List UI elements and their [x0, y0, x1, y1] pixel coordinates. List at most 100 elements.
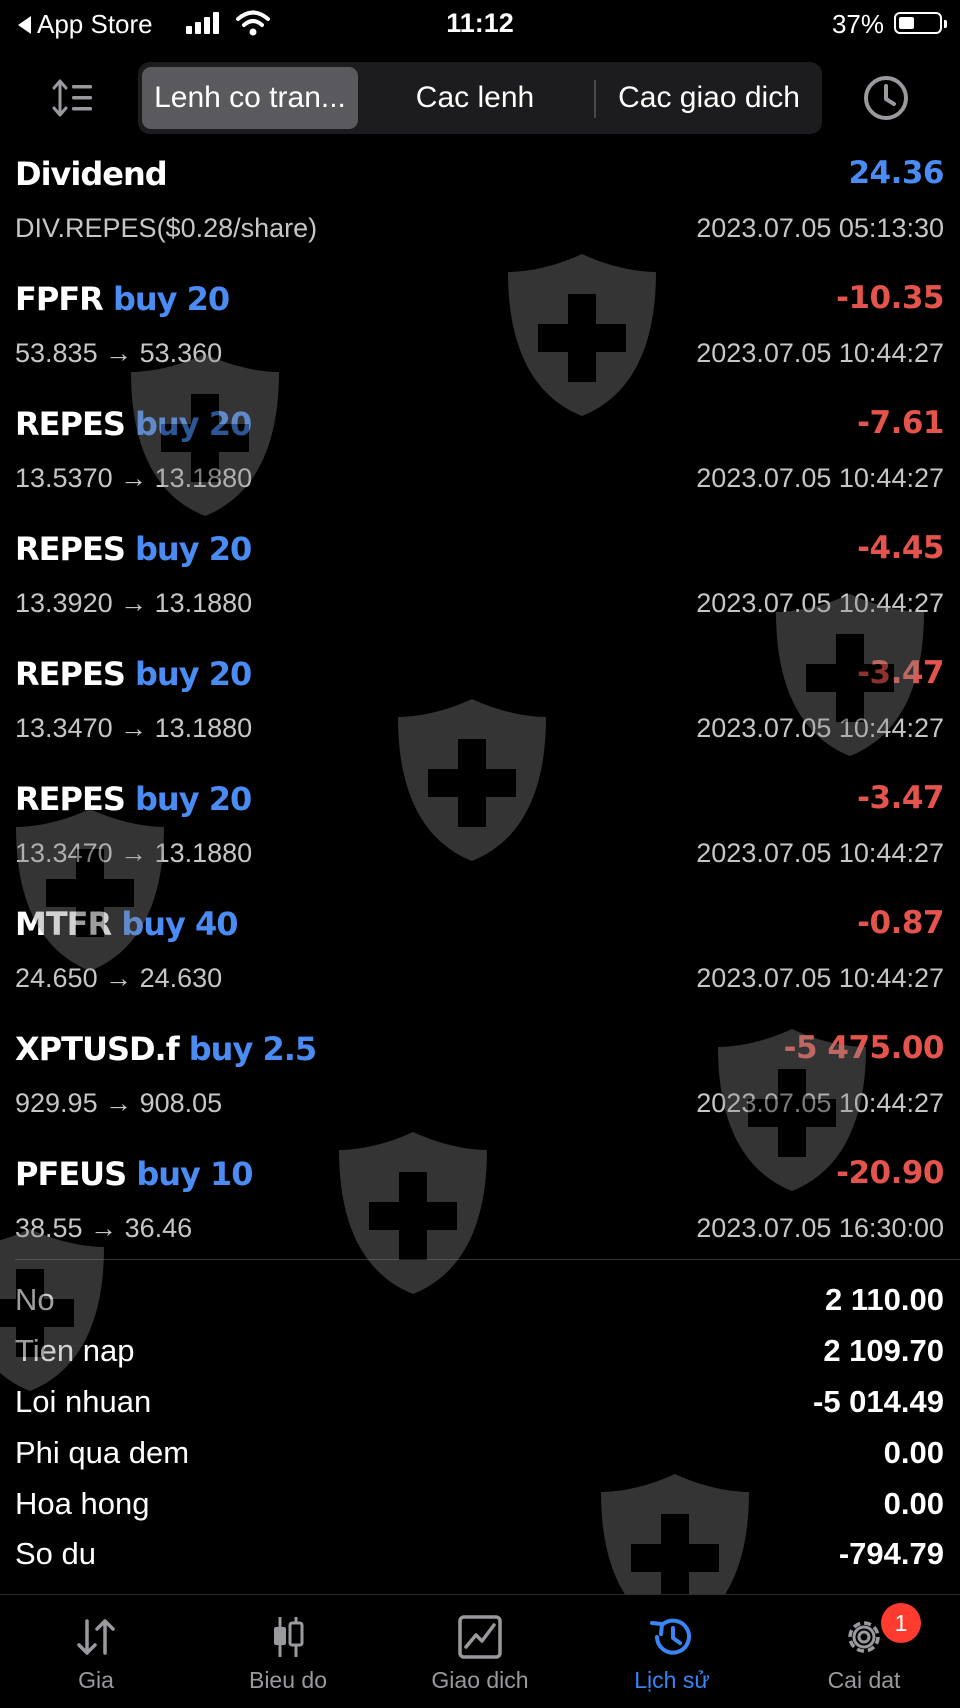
summary-row: So du -794.79	[0, 1528, 960, 1578]
row-symbol: XPTUSD.f	[15, 1030, 180, 1068]
tab-settings[interactable]: Cai dat	[768, 1595, 960, 1708]
row-profit: -0.87	[857, 905, 944, 941]
list-item[interactable]: Dividend 24.36 DIV.REPES($0.28/share) 20…	[0, 137, 960, 262]
status-bar: App Store 11:12 37%	[0, 0, 960, 50]
summary-value: -794.79	[838, 1536, 944, 1571]
chart-line-icon	[458, 1615, 502, 1659]
summary-row: Tien nap 2 109.70	[0, 1325, 960, 1375]
row-prices: DIV.REPES($0.28/share)	[15, 213, 318, 243]
list-item[interactable]: FPFR buy 20 -10.35 53.835 → 53.360 2023.…	[0, 262, 960, 387]
row-prices: 13.3470 → 13.1880	[15, 713, 253, 743]
row-profit: 24.36	[848, 155, 944, 191]
list-item[interactable]: MTFR buy 40 -0.87 24.650 → 24.630 2023.0…	[0, 887, 960, 1012]
history-icon	[650, 1618, 691, 1655]
summary-label: So du	[15, 1536, 97, 1571]
row-profit: -3.47	[857, 655, 944, 691]
row-time: 2023.07.05 10:44:27	[696, 838, 944, 868]
row-prices: 13.3470 → 13.1880	[15, 838, 253, 868]
tab-trade[interactable]: Giao dich	[384, 1595, 576, 1708]
row-prices: 38.55 → 36.46	[15, 1213, 193, 1243]
row-symbol: MTFR	[15, 905, 112, 943]
row-profit: -5 475.00	[783, 1030, 945, 1066]
row-time: 2023.07.05 10:44:27	[696, 463, 944, 493]
candlestick-icon	[274, 1617, 304, 1657]
list-item[interactable]: XPTUSD.f buy 2.5 -5 475.00 929.95 → 908.…	[0, 1012, 960, 1137]
row-side: buy 2.5	[188, 1030, 317, 1068]
list-item[interactable]: REPES buy 20 -4.45 13.3920 → 13.1880 202…	[0, 512, 960, 637]
row-profit: -7.61	[857, 405, 944, 441]
row-symbol: REPES	[15, 655, 126, 693]
row-side: buy 20	[135, 780, 252, 818]
summary-label: Tien nap	[15, 1333, 135, 1368]
tab-label: Giao dich	[431, 1667, 529, 1693]
row-side: buy 20	[112, 280, 230, 318]
tab-history[interactable]: Lịch sử	[576, 1595, 768, 1708]
row-prices: 24.650 → 24.630	[15, 963, 223, 993]
tab-quotes[interactable]: Gia	[0, 1595, 192, 1708]
history-segmented-control: Lenh co tran... Cac lenh Cac giao dich	[138, 62, 822, 134]
row-time: 2023.07.05 10:44:27	[696, 713, 944, 743]
row-time: 2023.07.05 10:44:27	[696, 1088, 944, 1118]
row-side: buy 20	[135, 405, 252, 443]
row-symbol: REPES	[15, 405, 126, 443]
row-side: buy 20	[135, 530, 252, 568]
row-profit: -20.90	[836, 1155, 944, 1191]
summary-value: 2 109.70	[823, 1333, 944, 1368]
summary-value: 0.00	[883, 1435, 944, 1470]
battery-percent: 37%	[831, 9, 884, 39]
row-profit: -4.45	[857, 530, 944, 566]
tab-label: Bieu do	[248, 1667, 327, 1693]
summary-row: Hoa hong 0.00	[0, 1478, 960, 1528]
summary-row: Loi nhuan -5 014.49	[0, 1376, 960, 1426]
row-time: 2023.07.05 10:44:27	[696, 588, 944, 618]
tab-label: Gia	[78, 1667, 114, 1693]
summary-row: Phi qua dem 0.00	[0, 1427, 960, 1477]
summary-label: Phi qua dem	[15, 1435, 190, 1470]
summary-label: Loi nhuan	[15, 1384, 152, 1419]
summary-label: Hoa hong	[15, 1486, 150, 1521]
tab-label: Lịch sử	[634, 1667, 710, 1693]
tab-label: Cai dat	[827, 1667, 901, 1693]
row-side: buy 10	[136, 1155, 253, 1193]
row-prices: 13.5370 → 13.1880	[15, 463, 253, 493]
notification-badge: 1	[881, 1603, 921, 1643]
row-symbol: FPFR	[15, 280, 104, 318]
summary-label: No	[15, 1282, 55, 1317]
row-symbol: REPES	[15, 780, 126, 818]
row-symbol: REPES	[15, 530, 126, 568]
tab-chart[interactable]: Bieu do	[192, 1595, 384, 1708]
list-item[interactable]: REPES buy 20 -3.47 13.3470 → 13.1880 202…	[0, 762, 960, 887]
row-symbol: Dividend	[15, 155, 168, 193]
list-item[interactable]: REPES buy 20 -3.47 13.3470 → 13.1880 202…	[0, 637, 960, 762]
tab-bar: Gia Bieu do Giao dich Lịch sử Cai dat	[0, 1594, 960, 1708]
segment-divider	[594, 80, 596, 118]
list-item[interactable]: REPES buy 20 -7.61 13.5370 → 13.1880 202…	[0, 387, 960, 512]
clock-icon[interactable]	[862, 74, 910, 122]
summary-value: -5 014.49	[813, 1384, 944, 1419]
row-prices: 13.3920 → 13.1880	[15, 588, 253, 618]
row-side: buy 20	[135, 655, 252, 693]
row-symbol: PFEUS	[15, 1155, 127, 1193]
list-item[interactable]: PFEUS buy 10 -20.90 38.55 → 36.46 2023.0…	[0, 1137, 960, 1262]
row-profit: -3.47	[857, 780, 944, 816]
battery-icon	[894, 12, 947, 34]
list-divider	[15, 1259, 960, 1260]
row-profit: -10.35	[836, 280, 944, 316]
clock-time: 11:12	[446, 8, 514, 38]
row-time: 2023.07.05 10:44:27	[696, 963, 944, 993]
segment-orders[interactable]: Cac lenh	[370, 67, 580, 129]
summary-row: No 2 110.00	[0, 1274, 960, 1324]
segment-positions[interactable]: Lenh co tran...	[142, 67, 358, 129]
row-time: 2023.07.05 10:44:27	[696, 338, 944, 368]
segment-deals[interactable]: Cac giao dich	[600, 67, 818, 129]
summary-value: 0.00	[883, 1486, 944, 1521]
history-toolbar: Lenh co tran... Cac lenh Cac giao dich	[0, 62, 960, 134]
sort-icon[interactable]	[52, 76, 96, 120]
arrows-updown-icon	[77, 1619, 115, 1655]
row-time: 2023.07.05 05:13:30	[696, 213, 944, 243]
row-prices: 929.95 → 908.05	[15, 1088, 223, 1118]
row-time: 2023.07.05 16:30:00	[696, 1213, 944, 1243]
row-prices: 53.835 → 53.360	[15, 338, 223, 368]
row-side: buy 40	[121, 905, 238, 943]
summary-value: 2 110.00	[825, 1282, 944, 1317]
